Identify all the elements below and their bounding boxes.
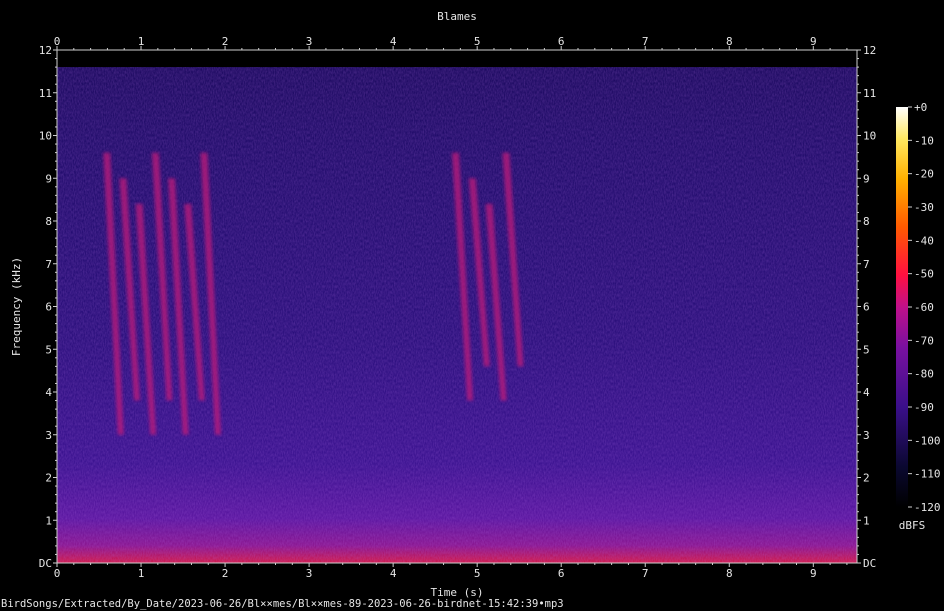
y-tick-label: 7 bbox=[45, 258, 52, 271]
y-tick-label: DC bbox=[39, 557, 52, 570]
y-tick-label: 2 bbox=[45, 472, 52, 485]
colorbar bbox=[896, 107, 908, 507]
x-tick-label: 3 bbox=[306, 35, 313, 48]
x-tick-label: 2 bbox=[222, 567, 229, 580]
x-tick-label: 8 bbox=[726, 35, 733, 48]
chart-title: Blames bbox=[437, 10, 477, 23]
x-tick-label: 7 bbox=[642, 567, 649, 580]
y-tick-label: DC bbox=[863, 557, 876, 570]
x-tick-label: 6 bbox=[558, 567, 565, 580]
y-tick-label: 2 bbox=[863, 472, 870, 485]
colorbar-unit: dBFS bbox=[899, 519, 926, 532]
y-tick-label: 5 bbox=[45, 343, 52, 356]
y-tick-label: 3 bbox=[45, 429, 52, 442]
y-tick-label: 9 bbox=[45, 172, 52, 185]
colorbar-tick-label: -80 bbox=[914, 368, 934, 381]
x-tick-label: 1 bbox=[138, 567, 145, 580]
y-tick-label: 6 bbox=[45, 301, 52, 314]
colorbar-tick-label: -50 bbox=[914, 268, 934, 281]
file-path-footer: BirdSongs/Extracted/By_Date/2023-06-26/B… bbox=[1, 598, 564, 610]
colorbar-ticks: +0 -10 -20 -30 -40 -50 -60 -70 -80 -90 -100 -110 -12… bbox=[908, 101, 941, 514]
y-tick-label: 3 bbox=[863, 429, 870, 442]
y-axis-label: Frequency (kHz) bbox=[10, 257, 23, 356]
colorbar-tick-label: -20 bbox=[914, 168, 934, 181]
y-tick-label: 12 bbox=[39, 44, 52, 57]
x-tick-label: 5 bbox=[474, 35, 481, 48]
y-tick-label: 4 bbox=[863, 386, 870, 399]
spectrogram-chart: Blames 00112233445566778899 DC DC1 12 23 34 4… bbox=[1, 10, 941, 610]
y-tick-label: 8 bbox=[863, 215, 870, 228]
x-tick-label: 1 bbox=[138, 35, 145, 48]
colorbar-tick-label: -110 bbox=[914, 468, 941, 481]
x-tick-label: 5 bbox=[474, 567, 481, 580]
x-tick-label: 3 bbox=[306, 567, 313, 580]
x-tick-label: 0 bbox=[54, 35, 61, 48]
colorbar-tick-label: -100 bbox=[914, 434, 941, 447]
y-tick-label: 10 bbox=[863, 130, 876, 143]
x-tick-label: 4 bbox=[390, 35, 397, 48]
x-tick-label: 9 bbox=[810, 35, 817, 48]
x-tick-label: 6 bbox=[558, 35, 565, 48]
y-tick-label: 5 bbox=[863, 343, 870, 356]
x-tick-label: 9 bbox=[810, 567, 817, 580]
colorbar-tick-label: -120 bbox=[914, 501, 941, 514]
x-tick-label: 0 bbox=[54, 567, 61, 580]
plot-area bbox=[57, 50, 857, 563]
colorbar-tick-label: -70 bbox=[914, 334, 934, 347]
y-tick-label: 1 bbox=[863, 514, 870, 527]
y-tick-label: 10 bbox=[39, 130, 52, 143]
y-tick-label: 7 bbox=[863, 258, 870, 271]
colorbar-tick-label: -90 bbox=[914, 401, 934, 414]
y-tick-label: 11 bbox=[39, 87, 52, 100]
colorbar-tick-label: +0 bbox=[914, 101, 927, 114]
x-tick-label: 7 bbox=[642, 35, 649, 48]
y-tick-label: 8 bbox=[45, 215, 52, 228]
y-tick-label: 1 bbox=[45, 514, 52, 527]
colorbar-tick-label: -30 bbox=[914, 201, 934, 214]
colorbar-tick-label: -60 bbox=[914, 301, 934, 314]
colorbar-tick-label: -40 bbox=[914, 234, 934, 247]
y-tick-label: 6 bbox=[863, 301, 870, 314]
y-tick-label: 11 bbox=[863, 87, 876, 100]
colorbar-tick-label: -10 bbox=[914, 134, 934, 147]
y-tick-label: 12 bbox=[863, 44, 876, 57]
x-tick-label: 2 bbox=[222, 35, 229, 48]
y-tick-label: 9 bbox=[863, 172, 870, 185]
y-tick-label: 4 bbox=[45, 386, 52, 399]
x-tick-label: 4 bbox=[390, 567, 397, 580]
x-tick-label: 8 bbox=[726, 567, 733, 580]
